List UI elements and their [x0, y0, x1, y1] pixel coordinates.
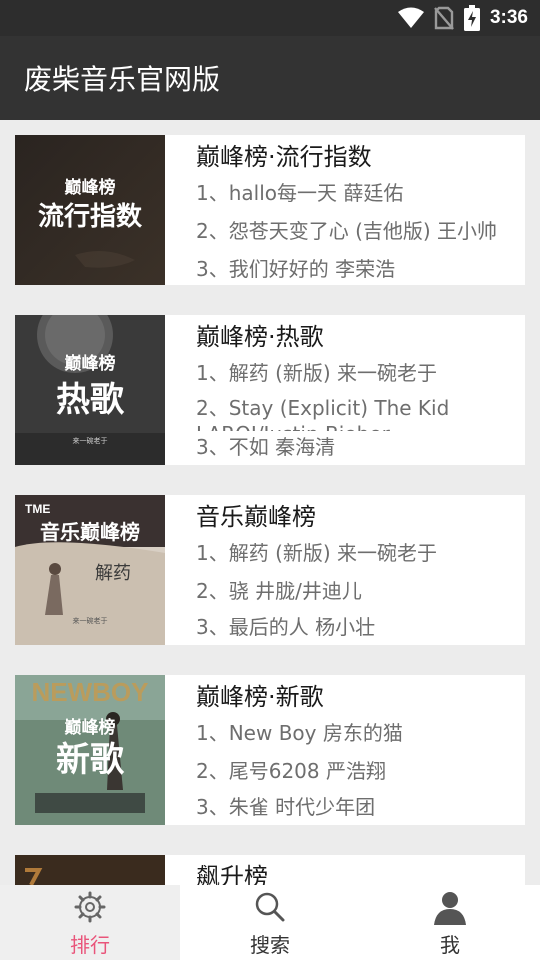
cover-caption: 来一碗老于 [73, 436, 108, 445]
status-bar: 3:36 [0, 0, 540, 36]
battery-charging-icon [463, 5, 480, 31]
track-item: 3、我们好好的 李荣浩 [196, 257, 396, 281]
status-icons: 3:36 [397, 0, 528, 36]
search-icon [255, 892, 285, 922]
tab-label: 搜索 [250, 933, 290, 957]
person-icon [434, 892, 466, 925]
tab-ranking[interactable]: 排行 [0, 885, 180, 960]
cover-art-text: 解药 [95, 563, 131, 584]
tab-me[interactable]: 我 [360, 885, 540, 960]
chart-card-new-songs[interactable]: NEWBOY 巅峰榜 新歌 巅峰榜·新歌 1、New Boy 房东的猫 2、尾号… [15, 675, 525, 825]
status-time: 3:36 [489, 7, 528, 28]
cover-badge: 巅峰榜 [65, 353, 116, 374]
chart-title: 巅峰榜·流行指数 [196, 143, 372, 171]
track-item: 2、骁 井胧/井迪儿 [196, 579, 362, 603]
no-sim-icon [434, 6, 454, 30]
track-item: 2、Stay (Explicit) The Kid LAROI/Justin B… [196, 396, 450, 431]
cover-brand: TME [25, 502, 50, 516]
track-item: 3、朱雀 时代少年团 [196, 795, 376, 819]
bottom-nav: 排行 搜索 我 [0, 885, 540, 960]
track-item: 1、New Boy 房东的猫 [196, 721, 403, 745]
tab-label: 我 [440, 933, 460, 957]
gear-icon [74, 891, 106, 923]
tab-search[interactable]: 搜索 [180, 885, 360, 960]
app-title: 废柴音乐官网版 [24, 63, 221, 96]
chart-card-music-peak[interactable]: TME 音乐巅峰榜 解药 来一碗老于 音乐巅峰榜 1、解药 (新版) 来一碗老于… [15, 495, 525, 645]
chart-title: 音乐巅峰榜 [196, 503, 316, 531]
cover-title: 音乐巅峰榜 [40, 520, 140, 544]
track-item: 3、不如 秦海清 [196, 435, 336, 459]
chart-card-popular-index[interactable]: 巅峰榜 流行指数 巅峰榜·流行指数 1、hallo每一天 薛廷佑 2、怨苍天变了… [15, 135, 525, 285]
wifi-icon [397, 7, 424, 28]
chart-title: 飙升榜 [196, 863, 268, 885]
track-item: 1、解药 (新版) 来一碗老于 [196, 541, 438, 565]
track-item: 2、怨苍天变了心 (吉他版) 王小帅 [196, 219, 498, 243]
track-item: 1、hallo每一天 薛廷佑 [196, 181, 404, 205]
cover-title: 热歌 [56, 380, 125, 420]
chart-list[interactable]: 巅峰榜 流行指数 巅峰榜·流行指数 1、hallo每一天 薛廷佑 2、怨苍天变了… [0, 120, 540, 885]
cover-title: 新歌 [56, 740, 125, 780]
cover-caption: 来一碗老于 [73, 616, 108, 625]
cover-title: 流行指数 [38, 201, 143, 232]
chart-cover: NEWBOY 巅峰榜 新歌 [15, 675, 165, 825]
chart-cover: 巅峰榜 热歌 来一碗老于 [15, 315, 165, 465]
chart-title: 巅峰榜·热歌 [196, 323, 324, 351]
tab-label: 排行 [70, 933, 110, 957]
track-item: 2、尾号6208 严浩翔 [196, 759, 386, 783]
chart-title: 巅峰榜·新歌 [196, 683, 324, 711]
chart-cover: TME 音乐巅峰榜 解药 来一碗老于 [15, 495, 165, 645]
cover-bg-text: NEWBOY [32, 677, 149, 707]
track-item: 1、解药 (新版) 来一碗老于 [196, 361, 438, 385]
app-bar: 废柴音乐官网版 [0, 36, 540, 120]
cover-badge: 巅峰榜 [65, 717, 116, 738]
chart-cover [15, 855, 165, 885]
chart-card-rising[interactable]: 飙升榜 [15, 855, 525, 885]
cover-badge: 巅峰榜 [65, 177, 116, 198]
track-item: 3、最后的人 杨小壮 [196, 615, 376, 639]
chart-card-hot-songs[interactable]: 巅峰榜 热歌 来一碗老于 巅峰榜·热歌 1、解药 (新版) 来一碗老于 2、St… [15, 315, 525, 465]
chart-cover: 巅峰榜 流行指数 [15, 135, 165, 285]
